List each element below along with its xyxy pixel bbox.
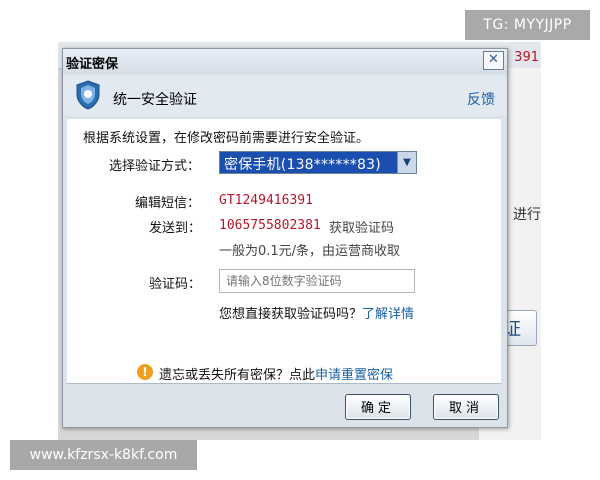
fee-note: 一般为0.1元/条，由运营商收取 bbox=[219, 244, 401, 259]
chevron-down-icon[interactable]: ▼ bbox=[397, 152, 416, 173]
dialog-content: 根据系统设置，在修改密码前需要进行安全验证。 选择验证方式： 密保手机(138*… bbox=[67, 119, 501, 383]
watermark-bottom: www.kfzrsx-k8kf.com bbox=[10, 440, 197, 470]
background-text-fragment: 进行 bbox=[513, 207, 541, 223]
dialog-titlebar: 验证密保 ✕ bbox=[63, 49, 507, 74]
direct-code-question: 您想直接获取验证码吗？了解详情 bbox=[219, 303, 414, 322]
forgot-text: 遗忘或丢失所有密保？点此 bbox=[159, 368, 316, 383]
reset-security-link[interactable]: 申请重置密保 bbox=[315, 368, 393, 383]
dialog-subheader: 统一安全验证 反馈 bbox=[63, 76, 507, 116]
learn-more-link[interactable]: 了解详情 bbox=[362, 307, 414, 322]
watermark-top: TG: MYYJJPP bbox=[465, 10, 590, 40]
edit-sms-label: 编辑短信： bbox=[135, 196, 201, 211]
cancel-button[interactable]: 取消 bbox=[433, 394, 499, 420]
ok-button[interactable]: 确定 bbox=[345, 394, 411, 420]
direct-question-text: 您想直接获取验证码吗？ bbox=[219, 307, 363, 322]
background-number-fragment: 391 bbox=[514, 50, 539, 65]
code-label: 验证码： bbox=[149, 277, 202, 292]
method-select[interactable]: 密保手机(138******83) ▼ bbox=[219, 151, 417, 174]
close-icon[interactable]: ✕ bbox=[483, 51, 504, 70]
forgot-security-line: 遗忘或丢失所有密保？点此申请重置密保 bbox=[159, 364, 393, 383]
footer-divider bbox=[67, 383, 501, 384]
send-to-label: 发送到： bbox=[149, 221, 202, 236]
code-input[interactable] bbox=[219, 269, 415, 293]
feedback-link[interactable]: 反馈 bbox=[467, 89, 495, 109]
info-warning-icon: ! bbox=[137, 364, 153, 380]
get-code-text: 获取验证码 bbox=[329, 221, 395, 236]
verify-security-dialog: 验证密保 ✕ 统一安全验证 反馈 根据系统设置，在修改密码前需要进行安全验证。 … bbox=[62, 48, 508, 428]
method-label: 选择验证方式： bbox=[109, 159, 201, 174]
send-to-number: 1065755802381 bbox=[219, 218, 321, 233]
intro-text: 根据系统设置，在修改密码前需要进行安全验证。 bbox=[83, 131, 370, 146]
method-selected-value: 密保手机(138******83) bbox=[224, 157, 381, 173]
sms-content-value: GT1249416391 bbox=[219, 193, 313, 208]
dialog-title: 验证密保 bbox=[66, 57, 119, 72]
unified-security-title: 统一安全验证 bbox=[113, 92, 197, 108]
shield-icon bbox=[76, 80, 100, 110]
